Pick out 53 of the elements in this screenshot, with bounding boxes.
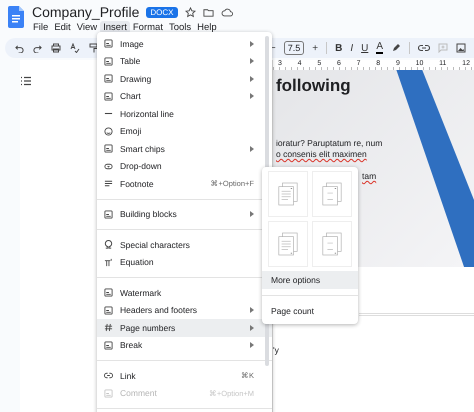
page-layout-icon: [321, 182, 343, 206]
bold-button[interactable]: B: [335, 42, 342, 54]
page-layout-icon: [277, 182, 299, 206]
link-icon: [104, 371, 113, 380]
underline-button[interactable]: U: [361, 42, 368, 54]
menu-bar-item[interactable]: Tools: [166, 21, 194, 34]
menu-bar-item[interactable]: Format: [130, 21, 166, 34]
menu-item[interactable]: Smart chips: [97, 140, 272, 158]
menu-item[interactable]: Break: [97, 336, 272, 354]
pi-icon: [104, 258, 113, 267]
page-layout-icon: [321, 232, 343, 256]
menu-item[interactable]: Page count: [262, 302, 358, 320]
folder-icon[interactable]: [202, 6, 214, 18]
body-text: o consenis elit maximen: [276, 149, 368, 160]
menu-item[interactable]: Emoji: [97, 122, 272, 140]
file-type-badge: DOCX: [146, 6, 178, 18]
menu-item[interactable]: More options: [262, 271, 358, 289]
star-icon[interactable]: [184, 6, 196, 18]
omega-icon: [104, 240, 113, 250]
docs-logo-icon[interactable]: [8, 6, 24, 28]
menu-item[interactable]: Chart: [97, 88, 272, 105]
highlighter-icon[interactable]: [391, 43, 401, 53]
undo-icon[interactable]: [15, 44, 24, 52]
menu-bar-item[interactable]: Edit: [51, 21, 74, 34]
page-layout-icon: [277, 232, 299, 256]
spellcheck-icon[interactable]: [70, 43, 80, 53]
menu-item[interactable]: Image: [97, 35, 272, 52]
font-size-field[interactable]: 7.5: [284, 41, 304, 55]
outline-icon[interactable]: [20, 76, 32, 86]
body-text: ioratur? Paruptatum re, num: [276, 138, 384, 149]
dropdown-icon: [104, 162, 113, 171]
print-icon[interactable]: [51, 43, 61, 53]
document-title[interactable]: Company_Profile: [32, 4, 140, 20]
menu-item[interactable]: Drawing: [97, 70, 272, 88]
body-text: 'y: [273, 345, 280, 355]
misspelled-word: tam: [361, 171, 378, 182]
redo-icon[interactable]: [33, 44, 42, 52]
menu-item[interactable]: Horizontal line: [97, 105, 272, 122]
menu-item[interactable]: Page numbers: [97, 319, 272, 336]
menu-item[interactable]: Table: [97, 52, 272, 70]
increase-font-button[interactable]: +: [312, 42, 318, 54]
menu-bar-item[interactable]: File: [30, 21, 52, 34]
hash-icon: [104, 323, 113, 332]
menu-bar-item[interactable]: Help: [194, 21, 220, 34]
lines-icon: [104, 179, 113, 188]
cloud-icon[interactable]: [220, 6, 233, 18]
heading: following: [276, 76, 352, 96]
italic-button[interactable]: I: [350, 42, 354, 54]
text-color-button[interactable]: A: [376, 42, 383, 54]
paint-roller-icon[interactable]: [89, 43, 99, 53]
link-icon[interactable]: [418, 44, 430, 52]
menu-bar-item[interactable]: View: [74, 21, 100, 34]
emoji-icon: [104, 126, 113, 136]
